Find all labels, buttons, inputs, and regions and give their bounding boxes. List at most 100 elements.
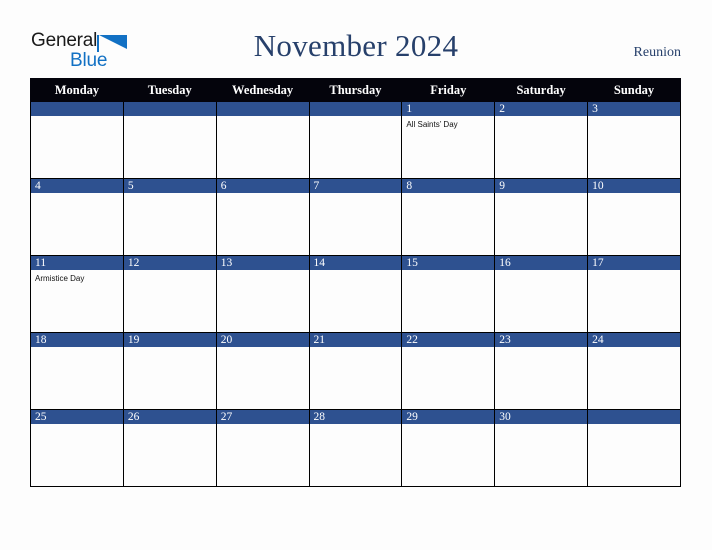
day-number: 20 [216,333,309,347]
calendar-day-cell[interactable]: 30 [494,409,589,487]
day-number: 24 [588,333,680,347]
day-cell-body: Armistice Day [31,270,123,284]
calendar-day-cell[interactable] [587,409,681,487]
day-cell-body [217,424,309,427]
day-number: 28 [309,410,402,424]
weekday-header-thursday: Thursday [308,78,403,102]
calendar-week-row: 1 All Saints’ Day 2 3 [30,101,681,179]
calendar-day-cell[interactable]: 9 [494,178,589,256]
day-cell-body [31,424,123,427]
day-number: 16 [495,256,588,270]
day-number: 6 [216,179,309,193]
day-number: 18 [31,333,123,347]
calendar-day-cell[interactable]: 2 [494,101,589,179]
day-cell-body [124,270,216,273]
day-number: 4 [31,179,123,193]
calendar-day-cell[interactable]: 5 [122,178,217,256]
day-number: 9 [495,179,588,193]
day-number: 22 [402,333,495,347]
day-number: 14 [309,256,402,270]
calendar-day-cell[interactable]: 16 [494,255,589,333]
day-number: 12 [123,256,216,270]
day-cell-body [124,424,216,427]
day-number: 30 [495,410,588,424]
calendar-day-cell[interactable]: 28 [308,409,403,487]
calendar-day-cell[interactable] [122,101,217,179]
calendar-day-cell[interactable]: 19 [122,332,217,410]
day-number: 21 [309,333,402,347]
calendar-day-cell[interactable]: 8 [401,178,496,256]
calendar-day-cell[interactable]: 7 [308,178,403,256]
day-cell-body [124,116,216,119]
day-cell-body [217,270,309,273]
calendar-day-cell[interactable] [308,101,403,179]
day-cell-body [588,116,680,119]
day-number: 7 [309,179,402,193]
day-number: 19 [123,333,216,347]
calendar-day-cell[interactable] [215,101,310,179]
calendar-day-cell[interactable]: 26 [122,409,217,487]
day-number: 26 [123,410,216,424]
day-number [309,102,402,116]
calendar-day-cell[interactable]: 15 [401,255,496,333]
calendar-day-cell[interactable]: 1 All Saints’ Day [401,101,496,179]
calendar-body: 1 All Saints’ Day 2 3 4 5 6 7 8 9 10 11 Ar… [30,101,681,487]
day-cell-body [495,193,587,196]
calendar-day-cell[interactable]: 13 [215,255,310,333]
day-cell-body [217,116,309,119]
day-number: 29 [402,410,495,424]
day-cell-body [495,347,587,350]
calendar-day-cell[interactable]: 24 [587,332,681,410]
calendar-day-cell[interactable]: 21 [308,332,403,410]
calendar-day-cell[interactable]: 17 [587,255,681,333]
calendar-day-cell[interactable]: 23 [494,332,589,410]
calendar-day-cell[interactable]: 12 [122,255,217,333]
day-cell-body [402,347,494,350]
day-cell-body [495,116,587,119]
page-title: November 2024 [253,28,459,63]
calendar-day-cell[interactable]: 14 [308,255,403,333]
calendar-week-row: 25 26 27 28 29 30 [30,409,681,487]
calendar-day-cell[interactable]: 20 [215,332,310,410]
calendar-grid: Monday Tuesday Wednesday Thursday Friday… [30,78,681,487]
day-cell-body [588,347,680,350]
day-number: 17 [588,256,680,270]
day-cell-body [31,193,123,196]
day-number: 10 [588,179,680,193]
calendar-day-cell[interactable] [30,101,124,179]
day-number [588,410,680,424]
calendar-day-cell[interactable]: 6 [215,178,310,256]
calendar-day-cell[interactable]: 29 [401,409,496,487]
day-number: 3 [588,102,680,116]
page-header: General Blue November 2024 Reunion [0,0,712,78]
calendar-week-row: 4 5 6 7 8 9 10 [30,178,681,256]
day-cell-body [310,424,402,427]
day-number: 25 [31,410,123,424]
day-cell-body [588,193,680,196]
calendar-day-cell[interactable]: 27 [215,409,310,487]
day-cell-body [402,193,494,196]
weekday-header-sunday: Sunday [587,78,681,102]
weekday-header-row: Monday Tuesday Wednesday Thursday Friday… [30,78,681,102]
calendar-day-cell[interactable]: 11 Armistice Day [30,255,124,333]
day-number: 5 [123,179,216,193]
day-cell-body [402,270,494,273]
weekday-header-saturday: Saturday [494,78,589,102]
calendar-day-cell[interactable]: 4 [30,178,124,256]
weekday-header-wednesday: Wednesday [215,78,310,102]
day-cell-body [124,347,216,350]
calendar-day-cell[interactable]: 22 [401,332,496,410]
day-cell-body [217,347,309,350]
day-event: Armistice Day [35,274,85,283]
calendar-day-cell[interactable]: 10 [587,178,681,256]
day-number: 2 [495,102,588,116]
day-cell-body [31,116,123,119]
day-number: 15 [402,256,495,270]
calendar-day-cell[interactable]: 3 [587,101,681,179]
day-event: All Saints’ Day [406,120,458,129]
day-cell-body [588,424,680,427]
day-number: 23 [495,333,588,347]
calendar-day-cell[interactable]: 25 [30,409,124,487]
calendar-day-cell[interactable]: 18 [30,332,124,410]
day-cell-body [495,424,587,427]
